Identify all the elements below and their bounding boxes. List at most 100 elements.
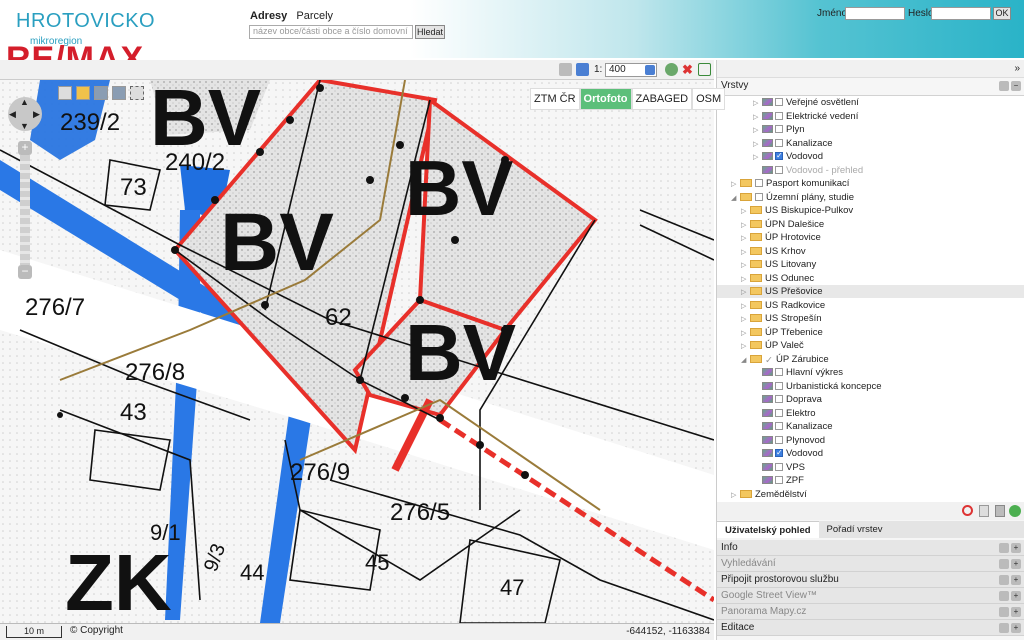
tree-node[interactable]: VPS (762, 461, 805, 474)
login-ok-button[interactable]: OK (993, 7, 1011, 20)
pin-icon[interactable] (999, 559, 1009, 569)
help-icon[interactable] (576, 63, 589, 76)
search-button[interactable]: Hledat (415, 25, 445, 39)
fullscreen-icon[interactable] (698, 63, 711, 76)
tree-node[interactable]: Doprava (762, 393, 822, 406)
tree-node[interactable]: Hlavní výkres (762, 366, 843, 379)
tab-user-view[interactable]: Uživatelský pohled (717, 521, 819, 538)
tree-node[interactable]: ZPF (762, 474, 804, 487)
tree-node[interactable]: ▷ Plyn (753, 123, 804, 136)
tree-folder[interactable]: ◢ Územní plány, studie (731, 191, 854, 204)
back-arrow-icon[interactable] (94, 86, 108, 100)
pan-left-icon[interactable]: ◀ (9, 109, 16, 120)
zoom-box-icon[interactable] (130, 86, 144, 100)
search-input[interactable]: název obce/části obce a číslo domovní (249, 25, 413, 39)
pin-icon[interactable] (999, 575, 1009, 585)
pan-right-icon[interactable]: ▶ (33, 109, 40, 120)
plus-icon[interactable]: + (1011, 607, 1021, 617)
add-layer-icon[interactable] (1009, 505, 1021, 517)
plus-icon[interactable]: + (1011, 575, 1021, 585)
map-label: BV (220, 197, 334, 288)
scale-select[interactable]: 400 (605, 63, 657, 77)
pan-down-icon[interactable]: ▼ (20, 121, 29, 131)
tree-node[interactable]: Elektro (762, 407, 816, 420)
section-connect-service[interactable]: Připojit prostorovou službu + (717, 572, 1024, 588)
plus-icon[interactable]: + (1011, 591, 1021, 601)
document-icon[interactable] (979, 505, 989, 517)
password-field[interactable] (931, 7, 991, 20)
tree-folder[interactable]: ▷ ÚP Valeč (741, 339, 804, 352)
tab-adresy[interactable]: Adresy (250, 10, 287, 22)
zoom-out-button[interactable]: − (18, 265, 32, 279)
tree-folder[interactable]: ◢ ✓ ÚP Zárubice (741, 353, 829, 366)
map-label: 62 (325, 304, 352, 331)
collapse-panel-icon[interactable]: » (1014, 63, 1020, 74)
tree-folder[interactable]: ▷ US Biskupice-Pulkov (741, 204, 853, 217)
section-street-view[interactable]: Google Street View™ + (717, 588, 1024, 604)
plus-icon[interactable]: + (1011, 623, 1021, 633)
tree-folder[interactable]: ▷ US Litovany (741, 258, 816, 271)
pan-hand-icon[interactable] (76, 86, 90, 100)
tree-folder[interactable]: ▷ US Krhov (741, 245, 806, 258)
pin-icon[interactable] (999, 623, 1009, 633)
map-label: 9/1 (150, 520, 181, 545)
tree-node[interactable]: Vodovod - přehled (762, 164, 863, 177)
pin-icon[interactable] (999, 543, 1009, 553)
forward-arrow-icon[interactable] (112, 86, 126, 100)
tree-folder[interactable]: ▷ ÚPN Dalešice (741, 218, 824, 231)
username-field[interactable] (845, 7, 905, 20)
section-info[interactable]: Info + (717, 540, 1024, 556)
basemap-zabaged[interactable]: ZABAGED (631, 88, 693, 110)
section-search[interactable]: Vyhledávání + (717, 556, 1024, 572)
close-icon[interactable]: ✖ (682, 63, 695, 76)
tree-folder[interactable]: ▷ Pasport komunikací (731, 177, 849, 190)
section-panorama[interactable]: Panorama Mapy.cz + (717, 604, 1024, 620)
zoom-control: ▲ ▼ ◀ ▶ + − (8, 97, 42, 279)
side-panel: » Vrstvy − ▷ Veřejné osvětlení ▷ Elektrick… (716, 60, 1024, 640)
trash-icon[interactable] (995, 505, 1005, 517)
tab-layer-order[interactable]: Pořadí vrstev (818, 521, 891, 538)
tree-node[interactable]: Vodovod (762, 446, 823, 460)
refresh-icon[interactable] (665, 63, 678, 76)
print-icon[interactable] (559, 63, 572, 76)
tree-node[interactable]: ▷ Kanalizace (753, 137, 832, 150)
tree-node[interactable]: Urbanistická koncepce (762, 380, 882, 393)
tree-folder[interactable]: ▷ ÚP Třebenice (741, 326, 823, 339)
pan-up-icon[interactable]: ▲ (20, 97, 29, 107)
tree-folder[interactable]: ▷ Zemědělství (731, 488, 807, 501)
remove-icon[interactable] (962, 505, 973, 516)
tree-folder[interactable]: ▷ US Přešovice (717, 285, 1024, 298)
minus-icon[interactable]: − (1011, 81, 1021, 91)
tree-folder[interactable]: ▷ US Stropešín (741, 312, 822, 325)
info-tool-icon[interactable] (58, 86, 72, 100)
pin-icon[interactable] (999, 607, 1009, 617)
tree-node[interactable]: ▷Vodovod (753, 149, 823, 163)
scale-prefix: 1: (594, 64, 603, 75)
basemap-osm[interactable]: OSM (692, 88, 726, 110)
pan-control[interactable]: ▲ ▼ ◀ ▶ (8, 97, 42, 131)
basemap-ortofoto[interactable]: Ortofoto (579, 88, 632, 110)
plus-icon[interactable]: + (1011, 559, 1021, 569)
plus-icon[interactable]: + (1011, 543, 1021, 553)
map-canvas[interactable]: BV BV BV BV ZK 239/2 240/2 73 62 276/7 2… (0, 80, 714, 623)
layers-header: Vrstvy − (717, 78, 1024, 96)
map-label: 276/5 (390, 499, 450, 526)
map-label: 73 (120, 174, 147, 201)
tree-node[interactable]: Kanalizace (762, 420, 832, 433)
copyright-link[interactable]: © Copyright (70, 625, 123, 636)
tree-folder[interactable]: ▷ US Radkovice (741, 299, 825, 312)
tab-parcely[interactable]: Parcely (296, 10, 333, 22)
tree-node[interactable]: ▷ Elektrické vedení (753, 110, 858, 123)
map-label: 47 (500, 575, 524, 600)
zoom-in-button[interactable]: + (18, 141, 32, 155)
pin-icon[interactable] (999, 81, 1009, 91)
basemap-ztm[interactable]: ZTM ČR (530, 88, 580, 110)
zoom-slider[interactable] (20, 155, 30, 265)
section-editing[interactable]: Editace + (717, 620, 1024, 636)
tree-node[interactable]: ▷ Veřejné osvětlení (753, 96, 859, 109)
tree-folder[interactable]: ▷ US Odunec (741, 272, 814, 285)
tree-folder[interactable]: ▷ ÚP Hrotovice (741, 231, 821, 244)
pin-icon[interactable] (999, 591, 1009, 601)
tree-node[interactable]: Plynovod (762, 434, 825, 447)
map-label: 276/7 (25, 294, 85, 321)
